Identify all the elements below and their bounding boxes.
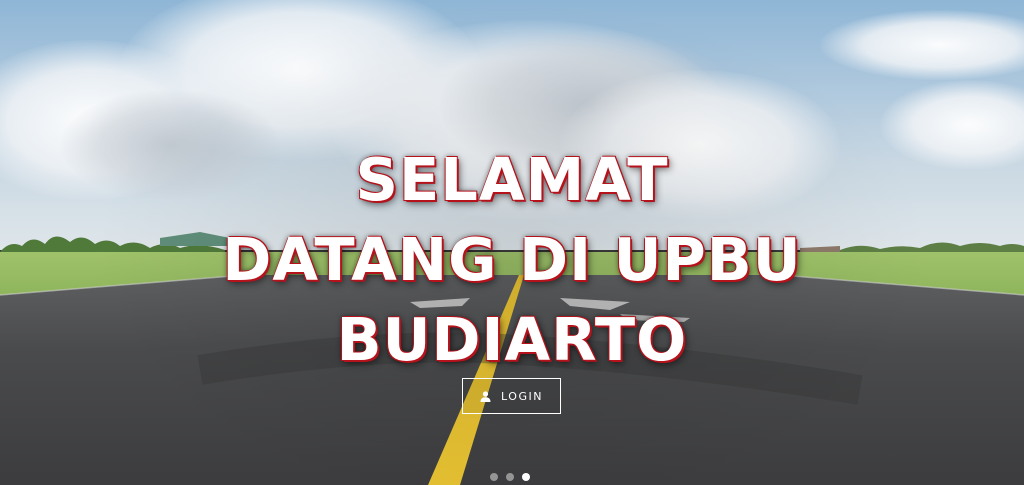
login-button[interactable]: LOGIN [462,378,561,414]
user-icon [480,390,491,402]
carousel-dot-1[interactable] [490,473,498,481]
headline-line-1: SELAMAT [355,145,669,214]
login-label: LOGIN [501,389,543,403]
carousel-indicators [490,473,530,481]
headline-line-2: DATANG DI UPBU [222,225,802,294]
hero-section: SELAMAT DATANG DI UPBU BUDIARTO LOGIN [0,0,1024,485]
carousel-dot-2[interactable] [506,473,514,481]
headline-line-3: BUDIARTO [336,305,688,374]
carousel-dot-3[interactable] [522,473,530,481]
welcome-headline: SELAMAT DATANG DI UPBU BUDIARTO [0,140,1024,380]
